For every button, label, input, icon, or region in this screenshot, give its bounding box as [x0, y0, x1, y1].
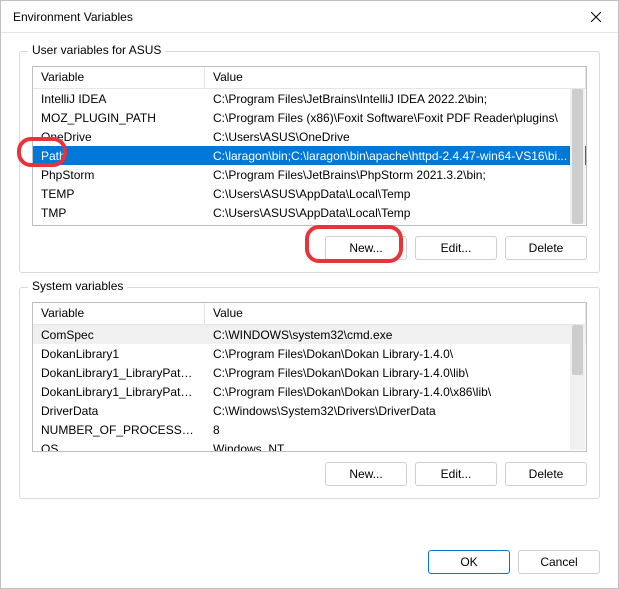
- user-variables-label: User variables for ASUS: [28, 43, 165, 57]
- cell-variable: DriverData: [33, 403, 205, 419]
- user-new-button[interactable]: New...: [325, 236, 407, 260]
- scrollbar-thumb[interactable]: [572, 325, 583, 375]
- system-variables-table[interactable]: Variable Value ComSpecC:\WINDOWS\system3…: [32, 302, 587, 452]
- cell-value: C:\Program Files\JetBrains\PhpStorm 2021…: [205, 167, 586, 183]
- environment-variables-dialog: Environment Variables User variables for…: [0, 0, 619, 589]
- column-header-value[interactable]: Value: [205, 67, 586, 88]
- system-new-button[interactable]: New...: [325, 462, 407, 486]
- dialog-content: User variables for ASUS Variable Value I…: [1, 33, 618, 544]
- close-icon: [591, 12, 601, 22]
- table-row[interactable]: IntelliJ IDEAC:\Program Files\JetBrains\…: [33, 89, 586, 108]
- column-header-variable[interactable]: Variable: [33, 303, 205, 324]
- system-edit-button[interactable]: Edit...: [415, 462, 497, 486]
- cell-value: C:\WINDOWS\system32\cmd.exe: [205, 327, 586, 343]
- titlebar: Environment Variables: [1, 1, 618, 33]
- table-row[interactable]: OneDriveC:\Users\ASUS\OneDrive: [33, 127, 586, 146]
- table-row[interactable]: MOZ_PLUGIN_PATHC:\Program Files (x86)\Fo…: [33, 108, 586, 127]
- cell-value: C:\Windows\System32\Drivers\DriverData: [205, 403, 586, 419]
- ok-button[interactable]: OK: [428, 550, 510, 574]
- system-delete-button[interactable]: Delete: [505, 462, 587, 486]
- cell-variable: IntelliJ IDEA: [33, 91, 205, 107]
- table-header: Variable Value: [33, 303, 586, 325]
- cell-value: C:\Program Files\Dokan\Dokan Library-1.4…: [205, 346, 586, 362]
- scrollbar[interactable]: [570, 89, 585, 224]
- window-title: Environment Variables: [13, 10, 573, 24]
- cell-variable: NUMBER_OF_PROCESSORS: [33, 422, 205, 438]
- cell-value: C:\Users\ASUS\AppData\Local\Temp: [205, 186, 586, 202]
- system-variables-body: ComSpecC:\WINDOWS\system32\cmd.exeDokanL…: [33, 325, 586, 451]
- cell-value: C:\Program Files\Dokan\Dokan Library-1.4…: [205, 384, 586, 400]
- cell-value: C:\Program Files (x86)\Foxit Software\Fo…: [205, 110, 586, 126]
- table-row[interactable]: DriverDataC:\Windows\System32\Drivers\Dr…: [33, 401, 586, 420]
- table-row[interactable]: OSWindows_NT: [33, 439, 586, 451]
- dialog-buttons-row: OK Cancel: [1, 544, 618, 588]
- cancel-button[interactable]: Cancel: [518, 550, 600, 574]
- system-variables-group: System variables Variable Value ComSpecC…: [19, 287, 600, 499]
- user-edit-button[interactable]: Edit...: [415, 236, 497, 260]
- table-row[interactable]: NUMBER_OF_PROCESSORS8: [33, 420, 586, 439]
- cell-value: 8: [205, 422, 586, 438]
- cell-variable: PhpStorm: [33, 167, 205, 183]
- user-delete-button[interactable]: Delete: [505, 236, 587, 260]
- cell-variable: DokanLibrary1_LibraryPath_...: [33, 384, 205, 400]
- cell-value: C:\Program Files\Dokan\Dokan Library-1.4…: [205, 365, 586, 381]
- cell-value: C:\Users\ASUS\AppData\Local\Temp: [205, 205, 586, 221]
- cell-variable: DokanLibrary1: [33, 346, 205, 362]
- scrollbar-thumb[interactable]: [572, 89, 583, 224]
- column-header-value[interactable]: Value: [205, 303, 586, 324]
- cell-variable: OS: [33, 441, 205, 452]
- cell-value: C:\Users\ASUS\OneDrive: [205, 129, 586, 145]
- cell-variable: TEMP: [33, 186, 205, 202]
- column-header-variable[interactable]: Variable: [33, 67, 205, 88]
- scrollbar[interactable]: [570, 325, 585, 450]
- cell-variable: MOZ_PLUGIN_PATH: [33, 110, 205, 126]
- close-button[interactable]: [573, 2, 618, 32]
- table-row[interactable]: PhpStormC:\Program Files\JetBrains\PhpSt…: [33, 165, 586, 184]
- table-row[interactable]: DokanLibrary1_LibraryPath_...C:\Program …: [33, 363, 586, 382]
- user-buttons-row: New... Edit... Delete: [32, 236, 587, 260]
- table-row[interactable]: TEMPC:\Users\ASUS\AppData\Local\Temp: [33, 184, 586, 203]
- table-row[interactable]: DokanLibrary1_LibraryPath_...C:\Program …: [33, 382, 586, 401]
- table-row[interactable]: TMPC:\Users\ASUS\AppData\Local\Temp: [33, 203, 586, 222]
- cell-variable: ComSpec: [33, 327, 205, 343]
- table-header: Variable Value: [33, 67, 586, 89]
- cell-variable: Path: [33, 148, 205, 164]
- user-variables-group: User variables for ASUS Variable Value I…: [19, 51, 600, 273]
- table-row[interactable]: PathC:\laragon\bin;C:\laragon\bin\apache…: [33, 146, 586, 165]
- cell-variable: TMP: [33, 205, 205, 221]
- cell-value: C:\Program Files\JetBrains\IntelliJ IDEA…: [205, 91, 586, 107]
- system-variables-label: System variables: [28, 279, 127, 293]
- user-variables-body: IntelliJ IDEAC:\Program Files\JetBrains\…: [33, 89, 586, 225]
- cell-variable: OneDrive: [33, 129, 205, 145]
- table-row[interactable]: ComSpecC:\WINDOWS\system32\cmd.exe: [33, 325, 586, 344]
- cell-value: Windows_NT: [205, 441, 586, 452]
- cell-variable: DokanLibrary1_LibraryPath_...: [33, 365, 205, 381]
- table-row[interactable]: DokanLibrary1C:\Program Files\Dokan\Doka…: [33, 344, 586, 363]
- cell-value: C:\laragon\bin;C:\laragon\bin\apache\htt…: [205, 148, 586, 164]
- user-variables-table[interactable]: Variable Value IntelliJ IDEAC:\Program F…: [32, 66, 587, 226]
- system-buttons-row: New... Edit... Delete: [32, 462, 587, 486]
